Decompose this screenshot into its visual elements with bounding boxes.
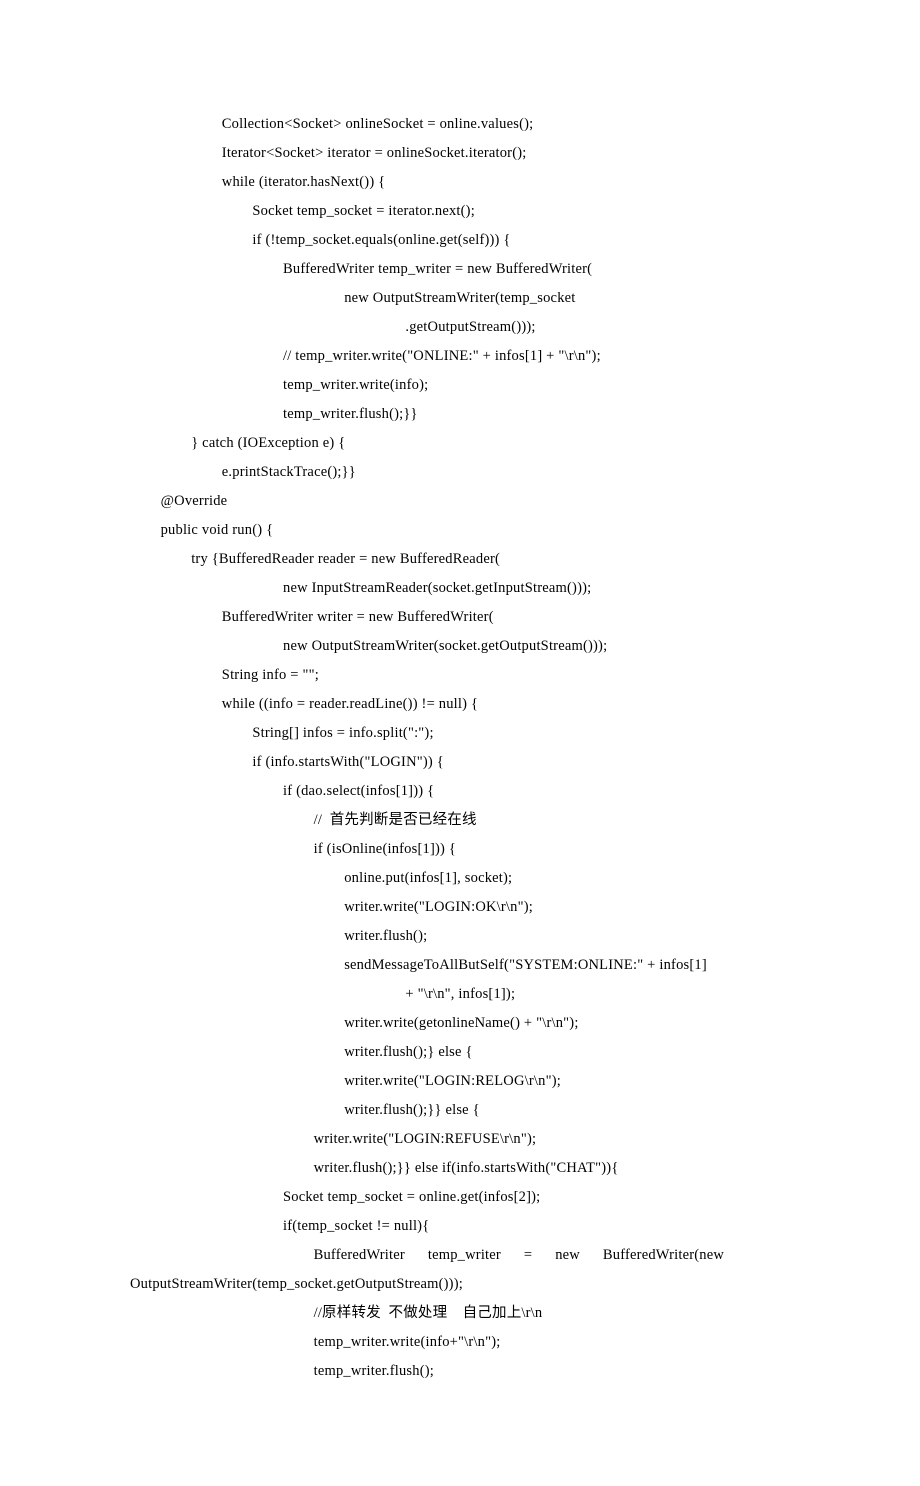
code-line: writer.flush();}} else if(info.startsWit… (130, 1154, 790, 1183)
code-line: temp_writer.flush();}} (130, 400, 790, 429)
code-line: new OutputStreamWriter(socket.getOutputS… (130, 632, 790, 661)
code-line: writer.flush(); (130, 922, 790, 951)
code-line: //原样转发 不做处理 自己加上\r\n (130, 1299, 790, 1328)
code-line: String info = ""; (130, 661, 790, 690)
code-line-wrapped: BufferedWriter temp_writer = new Buffere… (130, 1241, 790, 1270)
code-line: while (iterator.hasNext()) { (130, 168, 790, 197)
code-line: .getOutputStream())); (130, 313, 790, 342)
code-line: while ((info = reader.readLine()) != nul… (130, 690, 790, 719)
code-line: writer.write(getonlineName() + "\r\n"); (130, 1009, 790, 1038)
code-line: Socket temp_socket = iterator.next(); (130, 197, 790, 226)
code-line: Iterator<Socket> iterator = onlineSocket… (130, 139, 790, 168)
code-line: writer.flush();}} else { (130, 1096, 790, 1125)
code-line: if (info.startsWith("LOGIN")) { (130, 748, 790, 777)
code-line: new InputStreamReader(socket.getInputStr… (130, 574, 790, 603)
code-line: String[] infos = info.split(":"); (130, 719, 790, 748)
code-line: temp_writer.write(info); (130, 371, 790, 400)
code-line: try {BufferedReader reader = new Buffere… (130, 545, 790, 574)
code-line: if(temp_socket != null){ (130, 1212, 790, 1241)
code-line-wrapped-cont: OutputStreamWriter(temp_socket.getOutput… (130, 1270, 790, 1299)
code-line: BufferedWriter temp_writer = new Buffere… (130, 255, 790, 284)
code-line: Socket temp_socket = online.get(infos[2]… (130, 1183, 790, 1212)
code-line: // temp_writer.write("ONLINE:" + infos[1… (130, 342, 790, 371)
code-line: public void run() { (130, 516, 790, 545)
code-line: if (!temp_socket.equals(online.get(self)… (130, 226, 790, 255)
code-line: writer.write("LOGIN:OK\r\n"); (130, 893, 790, 922)
code-page: Collection<Socket> onlineSocket = online… (0, 0, 920, 1486)
code-line: writer.flush();} else { (130, 1038, 790, 1067)
code-line: new OutputStreamWriter(temp_socket (130, 284, 790, 313)
code-line: sendMessageToAllButSelf("SYSTEM:ONLINE:"… (130, 951, 790, 980)
code-line: temp_writer.write(info+"\r\n"); (130, 1328, 790, 1357)
code-line: e.printStackTrace();}} (130, 458, 790, 487)
code-line: if (isOnline(infos[1])) { (130, 835, 790, 864)
code-line: temp_writer.flush(); (130, 1357, 790, 1386)
code-line: } catch (IOException e) { (130, 429, 790, 458)
code-line: if (dao.select(infos[1])) { (130, 777, 790, 806)
code-line: Collection<Socket> onlineSocket = online… (130, 110, 790, 139)
code-line: + "\r\n", infos[1]); (130, 980, 790, 1009)
code-line: @Override (130, 487, 790, 516)
code-line: writer.write("LOGIN:RELOG\r\n"); (130, 1067, 790, 1096)
code-line: // 首先判断是否已经在线 (130, 806, 790, 835)
code-line: BufferedWriter writer = new BufferedWrit… (130, 603, 790, 632)
code-block: Collection<Socket> onlineSocket = online… (130, 110, 790, 1386)
code-line: writer.write("LOGIN:REFUSE\r\n"); (130, 1125, 790, 1154)
code-line: online.put(infos[1], socket); (130, 864, 790, 893)
